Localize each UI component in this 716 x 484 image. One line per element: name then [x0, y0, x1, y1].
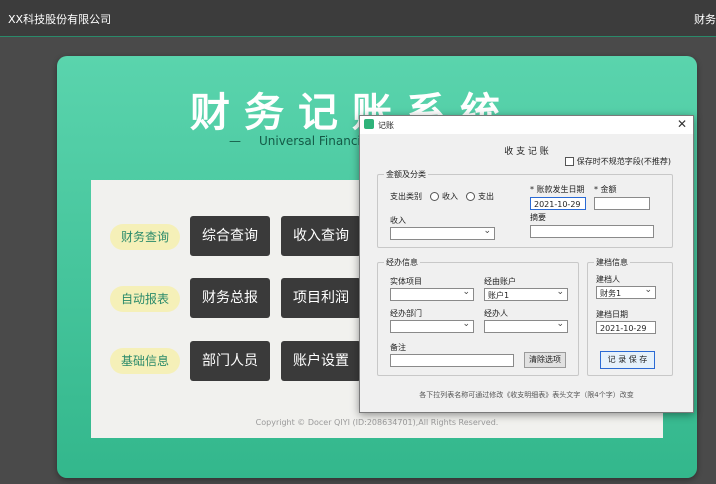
builder-label: 建档人 [596, 275, 620, 284]
build-date-field[interactable]: 2021-10-29 [596, 321, 656, 334]
account-select[interactable]: 账户1 [484, 286, 568, 301]
amount-label: * 金额 [594, 185, 617, 194]
app-icon [364, 119, 374, 129]
entity-select[interactable] [390, 286, 474, 301]
finance-summary-button[interactable]: 财务总报 [190, 278, 270, 318]
handler-group-title: 经办信息 [384, 257, 420, 268]
remark-label: 备注 [390, 343, 406, 352]
radio-income-circle[interactable] [430, 192, 439, 201]
date-label: * 账款发生日期 [530, 185, 585, 194]
radio-income-label: 收入 [442, 192, 458, 201]
entity-label: 实体项目 [390, 277, 422, 286]
summary-field[interactable] [530, 225, 654, 238]
summary-query-button[interactable]: 综合查询 [190, 216, 270, 256]
clear-options-button[interactable]: 清除选项 [524, 352, 566, 368]
dept-label: 经办部门 [390, 309, 422, 318]
handler-label: 经办人 [484, 309, 508, 318]
checkbox-box[interactable] [564, 157, 574, 166]
account-value: 账户1 [488, 291, 510, 300]
dialog-footnote: 各下拉列表名称可通过修改《收支明细表》表头文字（限4个字）改变 [419, 391, 634, 399]
account-settings-button[interactable]: 账户设置 [281, 341, 361, 381]
income-query-button[interactable]: 收入查询 [281, 216, 361, 256]
copyright-text: Copyright © Docer QIYI (ID:208634701),Al… [255, 418, 499, 427]
subtitle-dash: — [229, 134, 241, 148]
amount-field[interactable] [594, 197, 650, 210]
builder-group-title: 建档信息 [594, 257, 630, 268]
radio-income[interactable]: 收入 [424, 191, 458, 202]
department-staff-button[interactable]: 部门人员 [190, 341, 270, 381]
summary-label: 摘要 [530, 213, 546, 222]
handler-select[interactable] [484, 318, 568, 333]
amount-group-title: 金额及分类 [384, 169, 428, 180]
checkbox-label: 保存时不规范字段(不推荐) [576, 157, 671, 166]
date-field[interactable]: 2021-10-29 [530, 197, 586, 210]
builder-select[interactable]: 财务1 [596, 284, 656, 299]
nonstandard-save-checkbox[interactable]: 保存时不规范字段(不推荐) [564, 156, 671, 167]
builder-group: 建档信息 建档人 财务1 建档日期 2021-10-29 记 录 保 存 [587, 257, 673, 376]
radio-expense-label: 支出 [478, 192, 494, 201]
category-label: 收入 [390, 216, 406, 225]
handler-group: 经办信息 实体项目 经由账户 账户1 经办部门 经办人 备注 清除选项 [377, 257, 579, 376]
topbar-right-text: 财务 [694, 13, 716, 26]
dialog-titlebar[interactable]: 记账 ✕ [360, 116, 693, 134]
tag-auto-report: 自动报表 [110, 286, 180, 312]
tag-finance-query: 财务查询 [110, 224, 180, 250]
account-label: 经由账户 [484, 277, 516, 286]
radio-expense-circle[interactable] [466, 192, 475, 201]
company-name: XX科技股份有限公司 [8, 13, 112, 26]
builder-value: 财务1 [600, 289, 622, 298]
dept-select[interactable] [390, 318, 474, 333]
remark-field[interactable] [390, 354, 514, 367]
close-icon[interactable]: ✕ [677, 117, 687, 131]
tag-base-info: 基础信息 [110, 348, 180, 374]
top-bar: XX科技股份有限公司 财务 [0, 0, 716, 37]
type-label: 支出类别 [390, 192, 422, 201]
dialog-title: 记账 [378, 121, 394, 130]
amount-group: 金额及分类 支出类别 收入 支出 * 账款发生日期 2021-10-29 * 金… [377, 169, 673, 248]
bookkeeping-dialog: 记账 ✕ 收 支 记 账 保存时不规范字段(不推荐) 金额及分类 支出类别 收入… [359, 115, 694, 413]
build-date-label: 建档日期 [596, 310, 628, 319]
app-subtitle: — Universal Financi [229, 134, 361, 148]
radio-expense[interactable]: 支出 [460, 191, 494, 202]
project-profit-button[interactable]: 项目利润 [281, 278, 361, 318]
category-select[interactable] [390, 225, 495, 240]
save-record-button[interactable]: 记 录 保 存 [600, 351, 655, 369]
subtitle-text: Universal Financi [259, 134, 361, 148]
